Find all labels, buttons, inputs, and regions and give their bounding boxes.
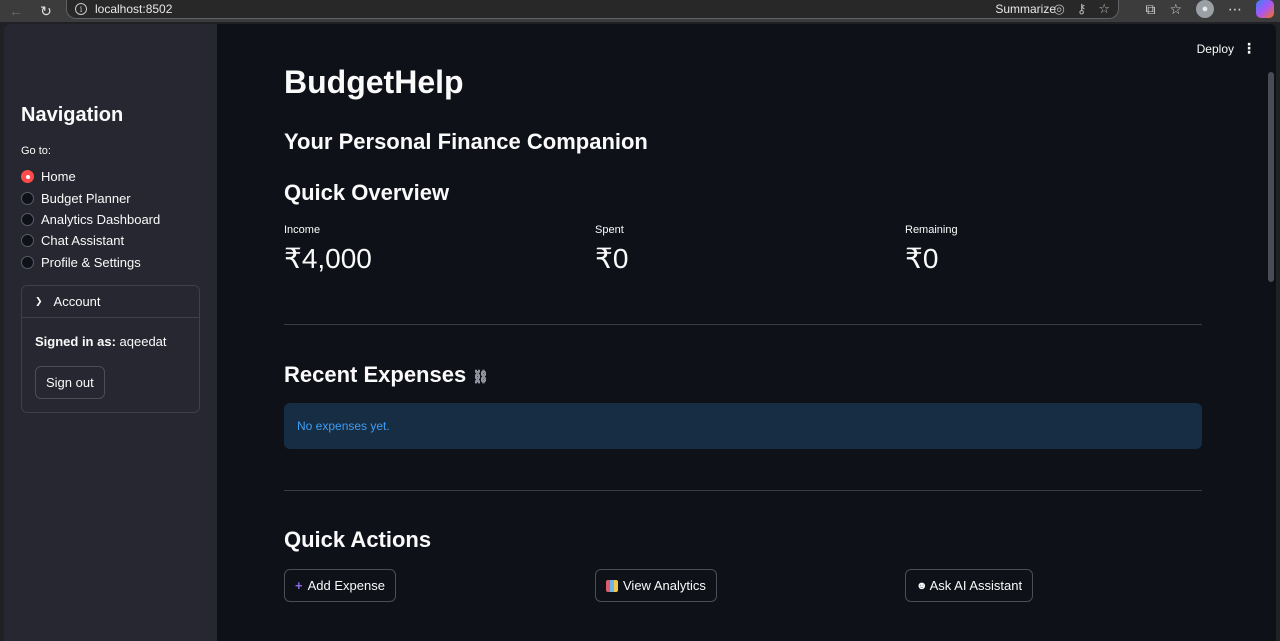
- browser-toolbar: ← ↻ i localhost:8502 Summarize ◎ ⚷ ☆ ⧉ ☆…: [0, 0, 1280, 22]
- radio-selected-icon[interactable]: [21, 170, 34, 184]
- metric-label: Remaining: [905, 224, 958, 236]
- browser-right-icons: ⧉ ☆ ● ⋯: [1145, 0, 1274, 18]
- button-label: Ask AI Assistant: [929, 578, 1023, 593]
- favorites-icon[interactable]: ☆: [1169, 1, 1182, 18]
- nav-radio-analytics-dashboard[interactable]: Analytics Dashboard: [21, 209, 160, 230]
- nav-radio-home[interactable]: Home: [21, 166, 160, 187]
- nav-radio-profile-settings[interactable]: Profile & Settings: [21, 252, 160, 273]
- site-info-icon[interactable]: i: [75, 3, 87, 15]
- anchor-link-icon[interactable]: ⛓: [472, 369, 489, 385]
- account-expander-header[interactable]: ❯ Account: [22, 286, 199, 318]
- chevron-down-icon: ❯: [35, 296, 43, 306]
- copilot-icon[interactable]: [1256, 0, 1274, 18]
- account-header-label: Account: [53, 294, 101, 309]
- page-subtitle: Your Personal Finance Companion: [284, 129, 648, 154]
- overview-heading: Quick Overview: [284, 180, 450, 205]
- nav-radio-label: Profile & Settings: [41, 254, 141, 270]
- nav-radio-label: Chat Assistant: [41, 233, 125, 249]
- no-expenses-text: No expenses yet.: [297, 419, 390, 433]
- metric-label: Spent: [595, 224, 624, 236]
- username: aqeedat: [119, 334, 167, 349]
- nav-radio-label: Analytics Dashboard: [41, 211, 161, 227]
- divider: [284, 324, 1202, 325]
- quick-actions-heading: Quick Actions: [284, 527, 432, 552]
- back-arrow-icon[interactable]: ←: [6, 1, 26, 21]
- metric-income: Income ₹4,000: [284, 224, 372, 275]
- navigation-radio-group: Home Budget Planner Analytics Dashboard …: [21, 166, 160, 273]
- extensions-icon[interactable]: ⧉: [1145, 1, 1155, 18]
- sign-out-button[interactable]: Sign out: [35, 366, 105, 399]
- no-expenses-alert: No expenses yet.: [284, 403, 1202, 449]
- bar-chart-icon: [606, 579, 618, 592]
- metric-remaining: Remaining ₹0: [905, 224, 958, 275]
- goto-label: Go to:: [21, 145, 51, 157]
- streamlit-app: Navigation Go to: Home Budget Planner An…: [4, 24, 1276, 641]
- robot-icon: ☻: [916, 579, 928, 592]
- deploy-button[interactable]: Deploy: [1197, 42, 1234, 56]
- radio-unselected-icon[interactable]: [21, 191, 34, 205]
- recent-expenses-heading: Recent Expenses ⛓: [284, 362, 489, 388]
- nav-radio-budget-planner[interactable]: Budget Planner: [21, 187, 160, 208]
- metric-value: ₹0: [595, 243, 629, 274]
- nav-radio-label: Budget Planner: [41, 190, 131, 206]
- radio-unselected-icon[interactable]: [21, 212, 34, 226]
- nav-radio-label: Home: [41, 169, 76, 185]
- button-label: Add Expense: [307, 578, 385, 593]
- account-expander: ❯ Account Signed in as: aqeedat Sign out: [21, 285, 200, 413]
- profile-avatar-icon[interactable]: ●: [1196, 0, 1214, 18]
- summarize-button[interactable]: Summarize: [995, 2, 1056, 16]
- radio-unselected-icon[interactable]: [21, 234, 34, 248]
- metric-label: Income: [284, 224, 321, 236]
- signed-in-prefix: Signed in as:: [35, 334, 116, 349]
- divider: [284, 490, 1202, 491]
- radio-unselected-icon[interactable]: [21, 255, 34, 269]
- add-expense-button[interactable]: + Add Expense: [284, 569, 396, 602]
- scrollbar[interactable]: [1268, 72, 1274, 282]
- sidebar: Navigation Go to: Home Budget Planner An…: [4, 24, 217, 641]
- signed-in-text: Signed in as: aqeedat: [35, 334, 167, 349]
- summarize-icon[interactable]: ◎: [1053, 1, 1064, 17]
- nav-radio-chat-assistant[interactable]: Chat Assistant: [21, 230, 160, 251]
- main-content: Deploy ⋮ BudgetHelp Your Personal Financ…: [217, 24, 1276, 641]
- plus-icon: +: [295, 578, 303, 593]
- recent-expenses-title: Recent Expenses: [284, 362, 467, 387]
- url-text: localhost:8502: [95, 2, 173, 16]
- address-bar-icons: ◎ ⚷ ☆: [1053, 1, 1110, 17]
- metric-spent: Spent ₹0: [595, 224, 628, 275]
- page-title: BudgetHelp: [284, 64, 464, 100]
- sidebar-title: Navigation: [21, 104, 124, 126]
- key-icon[interactable]: ⚷: [1077, 1, 1087, 17]
- more-menu-icon[interactable]: ⋯: [1228, 1, 1242, 18]
- ask-ai-assistant-button[interactable]: ☻ Ask AI Assistant: [905, 569, 1034, 602]
- star-icon[interactable]: ☆: [1098, 1, 1110, 17]
- kebab-menu-icon[interactable]: ⋮: [1242, 40, 1256, 57]
- reload-icon[interactable]: ↻: [36, 1, 56, 21]
- metric-value: ₹4,000: [284, 243, 372, 274]
- metric-value: ₹0: [905, 243, 939, 274]
- view-analytics-button[interactable]: View Analytics: [595, 569, 717, 602]
- button-label: View Analytics: [623, 578, 706, 593]
- address-bar[interactable]: i localhost:8502: [66, 0, 1119, 19]
